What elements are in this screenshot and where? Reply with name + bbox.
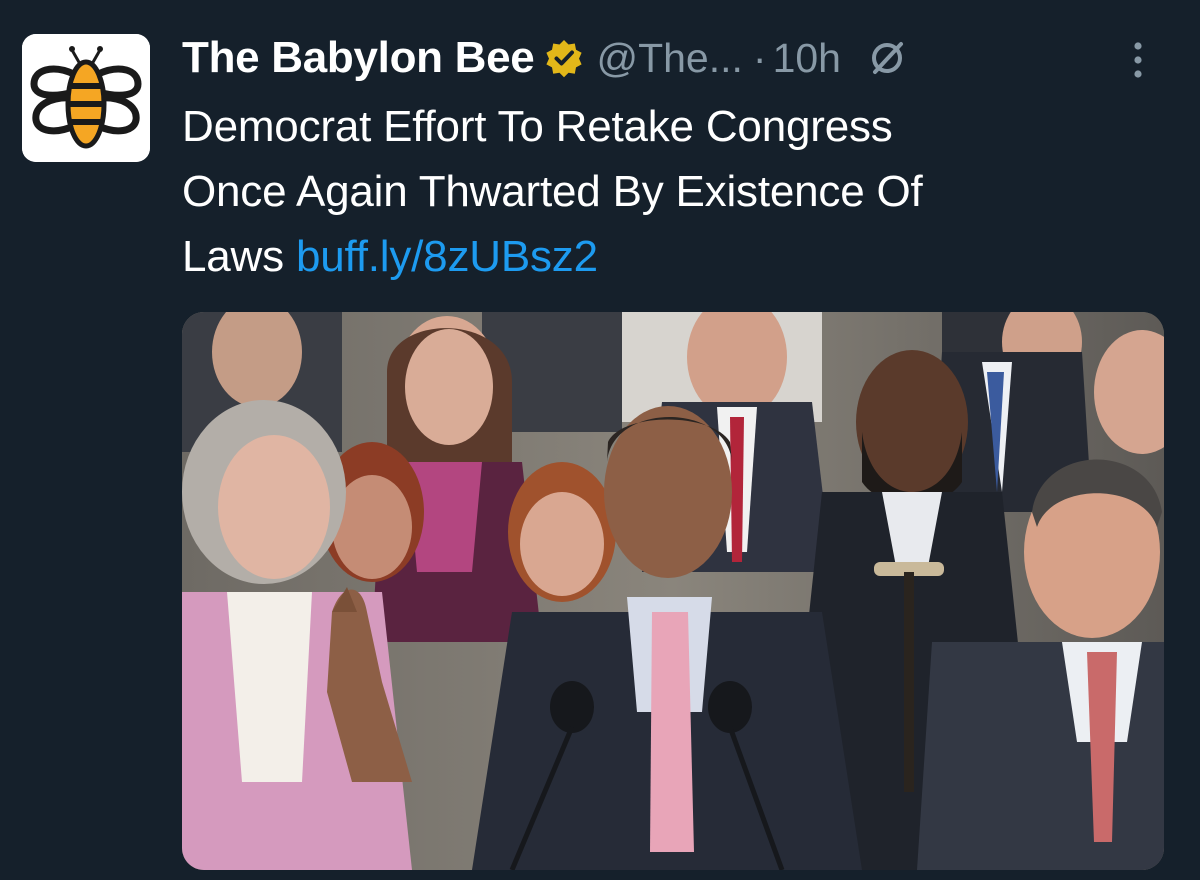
tweet[interactable]: The Babylon Bee @The... · 10h Democrat E… [0, 0, 1200, 880]
tweet-text: Democrat Effort To Retake Congress Once … [182, 94, 1142, 289]
tweet-media-photo[interactable] [182, 312, 1164, 870]
tweet-link[interactable]: buff.ly/8zUBsz2 [296, 232, 598, 281]
tweet-text-line: Democrat Effort To Retake Congress [182, 102, 893, 151]
author-display-name[interactable]: The Babylon Bee [182, 33, 535, 83]
author-handle[interactable]: @The... [596, 35, 742, 82]
tweet-text-line: Once Again Thwarted By Existence Of [182, 167, 923, 216]
tweet-text-line: Laws buff.ly/8zUBsz2 [182, 224, 1142, 289]
babylon-bee-logo-icon [22, 34, 150, 162]
press-conference-photo-icon [182, 312, 1164, 870]
tweet-text-last-word: Laws [182, 232, 284, 281]
tweet-timestamp[interactable]: 10h [773, 35, 841, 82]
tweet-header: The Babylon Bee @The... · 10h [182, 30, 907, 86]
gold-verified-icon[interactable] [544, 38, 584, 78]
avatar[interactable] [22, 34, 150, 162]
grok-icon[interactable] [867, 38, 907, 78]
header-separator: · [752, 34, 767, 81]
more-vertical-icon[interactable] [1120, 36, 1156, 84]
